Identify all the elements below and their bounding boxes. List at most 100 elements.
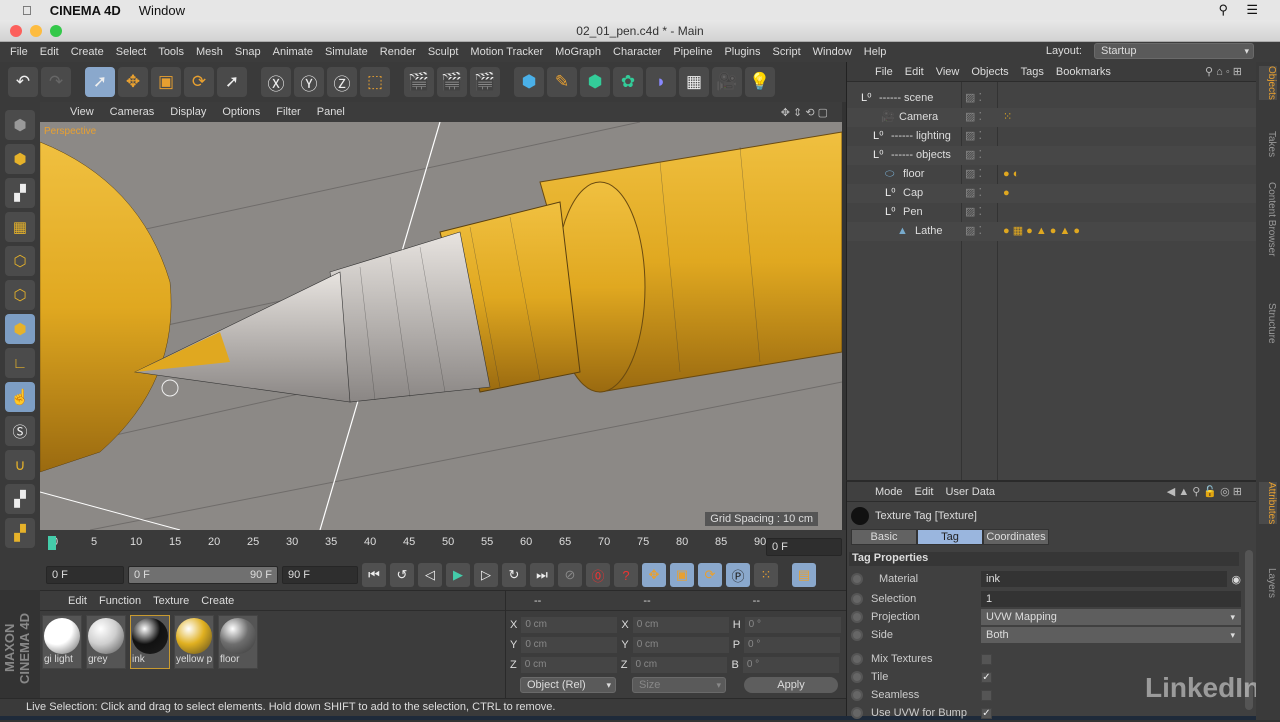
layout-select[interactable]: Startup xyxy=(1094,43,1254,59)
edges-mode-icon[interactable]: ⬡ xyxy=(5,280,35,310)
range-slider[interactable]: 0 F 90 F xyxy=(128,566,278,584)
current-frame-field[interactable]: 0 F xyxy=(766,538,842,556)
search-icon[interactable]: ⚲ xyxy=(1218,2,1228,18)
attributes-menu-edit[interactable]: Edit xyxy=(909,486,940,498)
subdivision-icon[interactable]: ⬢ xyxy=(580,67,610,97)
projection-select[interactable]: UVW Mapping xyxy=(981,609,1241,625)
menu-motion-tracker[interactable]: Motion Tracker xyxy=(464,46,549,58)
menu-edit[interactable]: Edit xyxy=(34,46,65,58)
menu-help[interactable]: Help xyxy=(858,46,893,58)
material-ink[interactable]: ink xyxy=(130,615,170,669)
undo-icon[interactable]: ↶ xyxy=(8,67,38,97)
previous-key-icon[interactable]: ↺ xyxy=(390,563,414,587)
menu-character[interactable]: Character xyxy=(607,46,667,58)
material-menu-texture[interactable]: Texture xyxy=(147,595,195,607)
material-menu-edit[interactable]: Edit xyxy=(62,595,93,607)
apple-icon[interactable]:  xyxy=(22,3,32,18)
minimize-button[interactable] xyxy=(30,25,42,37)
visibility-icon[interactable]: ▨ ⁚ xyxy=(965,108,982,127)
object-row[interactable]: L⁰ Pen ▨ ⁚ xyxy=(847,203,1257,222)
play-icon[interactable]: ▶ xyxy=(446,563,470,587)
side-anim-radio[interactable] xyxy=(851,629,863,641)
tile-checkbox[interactable]: ✓ xyxy=(981,671,992,683)
next-key-icon[interactable]: ↻ xyxy=(502,563,526,587)
previous-frame-icon[interactable]: ◁ xyxy=(418,563,442,587)
lock-workplane-icon[interactable]: ▞ xyxy=(5,484,35,514)
object-row[interactable]: ▲ Lathe ▨ ⁚ ● ▦ ● ▲ ● ▲ ● xyxy=(847,222,1257,241)
seamless-radio[interactable] xyxy=(851,689,863,701)
model-mode-icon[interactable]: ⬢ xyxy=(5,144,35,174)
tag-icons[interactable]: ● ▦ ● ▲ ● ▲ ● xyxy=(1003,222,1080,241)
menu-simulate[interactable]: Simulate xyxy=(319,46,374,58)
visibility-icon[interactable]: ▨ ⁚ xyxy=(965,165,982,184)
material-gi-light[interactable]: gi light xyxy=(42,615,82,669)
go-to-start-icon[interactable]: ⏮ xyxy=(362,563,386,587)
mac-menu-window[interactable]: Window xyxy=(139,3,185,18)
zoom-button[interactable] xyxy=(50,25,62,37)
key-scale-icon[interactable]: ▣ xyxy=(670,563,694,587)
viewport-nav-icons[interactable]: ✥ ⇕ ⟲ ▢ xyxy=(773,106,836,119)
visibility-icon[interactable]: ▨ ⁚ xyxy=(965,184,982,203)
x-axis-icon[interactable]: Ⓧ xyxy=(261,67,291,97)
menu-pipeline[interactable]: Pipeline xyxy=(667,46,718,58)
autokey-icon[interactable]: ⓪ xyxy=(586,563,610,587)
material-pick-icon[interactable]: ◉ xyxy=(1231,573,1241,586)
coordinate-field[interactable]: 0 cm xyxy=(632,617,729,633)
object-row[interactable]: 🎥 Camera ▨ ⁚ ⁙ xyxy=(847,108,1257,127)
side-tab-layers[interactable]: Layers xyxy=(1259,568,1277,598)
side-tab-attributes[interactable]: Attributes xyxy=(1259,482,1277,525)
object-name[interactable]: floor xyxy=(903,165,924,184)
recent-tool-icon[interactable]: ➚ xyxy=(217,67,247,97)
menu-window[interactable]: Window xyxy=(807,46,858,58)
menu-select[interactable]: Select xyxy=(110,46,153,58)
object-name[interactable]: ------ objects xyxy=(891,146,951,165)
menu-plugins[interactable]: Plugins xyxy=(718,46,766,58)
object-name[interactable]: Camera xyxy=(899,108,938,127)
tile-radio[interactable] xyxy=(851,671,863,683)
tag-icons[interactable]: ● ◐ xyxy=(1003,165,1019,184)
material-menu-create[interactable]: Create xyxy=(195,595,240,607)
object-menu-file[interactable]: File xyxy=(869,66,899,78)
side-tab-objects[interactable]: Objects xyxy=(1259,66,1277,100)
menu-tools[interactable]: Tools xyxy=(152,46,190,58)
polygons-mode-icon[interactable]: ⬢ xyxy=(5,314,35,344)
side-tab-structure[interactable]: Structure xyxy=(1259,303,1277,344)
object-name[interactable]: Cap xyxy=(903,184,923,203)
apply-button[interactable]: Apply xyxy=(744,677,838,693)
object-menu-view[interactable]: View xyxy=(930,66,966,78)
viewport-menu-filter[interactable]: Filter xyxy=(268,106,308,118)
workplane-rotate-icon[interactable]: ▞ xyxy=(5,518,35,548)
object-menu-objects[interactable]: Objects xyxy=(965,66,1014,78)
app-menu[interactable]: CINEMA 4D xyxy=(50,3,121,18)
tweak-icon[interactable]: ☝ xyxy=(5,382,35,412)
camera-icon[interactable]: 🎥 xyxy=(712,67,742,97)
selection-anim-radio[interactable] xyxy=(851,593,863,605)
coordinate-system-icon[interactable]: ⬚ xyxy=(360,67,390,97)
menu-render[interactable]: Render xyxy=(374,46,422,58)
viewport-menu-view[interactable]: View xyxy=(62,106,102,118)
scale-icon[interactable]: ▣ xyxy=(151,67,181,97)
viewport-menu-display[interactable]: Display xyxy=(162,106,214,118)
move-icon[interactable]: ✥ xyxy=(118,67,148,97)
object-row[interactable]: L⁰ ------ objects ▨ ⁚ xyxy=(847,146,1257,165)
close-button[interactable] xyxy=(10,25,22,37)
render-view-icon[interactable]: 🎬 xyxy=(404,67,434,97)
y-axis-icon[interactable]: Ⓨ xyxy=(294,67,324,97)
uvw-bump-radio[interactable] xyxy=(851,707,863,719)
material-field[interactable]: ink xyxy=(981,571,1228,587)
visibility-icon[interactable]: ▨ ⁚ xyxy=(965,222,982,241)
coordinate-field[interactable]: 0 ° xyxy=(744,617,841,633)
object-menu-bookmarks[interactable]: Bookmarks xyxy=(1050,66,1117,78)
object-row[interactable]: L⁰ ------ scene ▨ ⁚ xyxy=(847,89,1257,108)
object-menu-edit[interactable]: Edit xyxy=(899,66,930,78)
keyframe-selection-icon[interactable]: ? xyxy=(614,563,638,587)
coordinate-field[interactable]: 0 ° xyxy=(742,657,839,673)
menu-snap[interactable]: Snap xyxy=(229,46,267,58)
object-name[interactable]: Pen xyxy=(903,203,923,222)
material-yellow-p[interactable]: yellow p xyxy=(174,615,214,669)
coordinate-field[interactable]: 0 cm xyxy=(521,637,618,653)
object-row[interactable]: ⬭ floor ▨ ⁚ ● ◐ xyxy=(847,165,1257,184)
viewport-menu-cameras[interactable]: Cameras xyxy=(102,106,163,118)
timeline-icon[interactable]: ▤ xyxy=(792,563,816,587)
coordinate-field[interactable]: 0 cm xyxy=(520,657,617,673)
